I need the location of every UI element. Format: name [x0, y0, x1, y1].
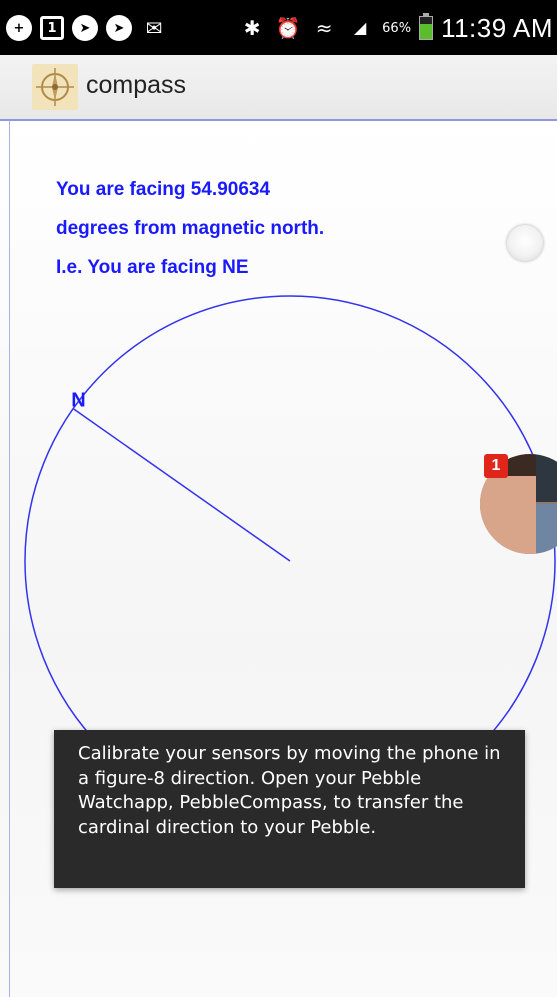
calibration-toast: Calibrate your sensors by moving the pho…	[54, 730, 525, 888]
north-label: N	[71, 390, 85, 412]
avatar-photo-2	[536, 454, 557, 502]
avatar-photo-3	[536, 504, 557, 554]
north-needle	[72, 407, 291, 562]
unread-badge: 1	[484, 454, 508, 478]
